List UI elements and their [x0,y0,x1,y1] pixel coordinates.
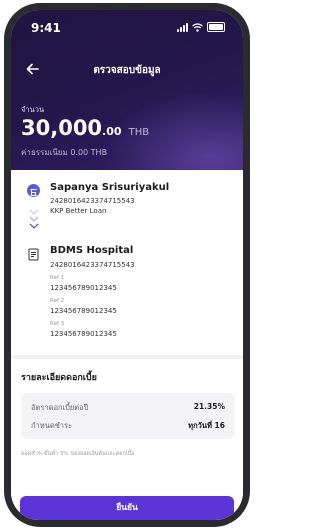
section-divider [11,355,243,359]
battery-icon [207,22,225,32]
interest-section-title: รายละเอียดดอกเบี้ย [21,373,97,383]
amount-label: จำนวน [21,105,45,114]
details-card [11,170,243,520]
wifi-icon [192,22,203,32]
sender-bank: KKP Better Loan [50,207,107,215]
ref1-value: 123456789012345 [50,284,117,292]
signal-icon [177,22,188,32]
recipient-name: BDMS Hospital [50,245,134,256]
amount-currency: THB [128,127,150,138]
bill-icon [28,248,39,261]
ref2-label: Ref 2 [50,298,65,304]
ref3-label: Ref 3 [50,321,65,327]
minimum-payment-note: ยอดชำระขั้นต่ำ 3% ของยอดเงินต้นและดอกเบี… [21,451,135,457]
page-title: ตรวจสอบข้อมูล [93,65,161,76]
amount-decimal: .00 [102,125,122,138]
sender-account: 2428016423374715543 [50,197,135,205]
nav-bar: ตรวจสอบข้อมูล [11,54,243,84]
fee-value: 0.00 THB [70,148,108,157]
fee-label: ค่าธรรมเนียม [21,148,68,157]
bank-icon [27,184,40,197]
ref3-value: 123456789012345 [50,330,117,338]
rate-label: อัตราดอกเบี้ยต่อปี [31,403,89,412]
confirm-button[interactable]: ยืนยัน [20,496,234,520]
fee-line: ค่าธรรมเนียม 0.00 THB [21,146,107,159]
status-icons [177,22,225,32]
rate-value: 21.35% [193,402,225,411]
screen: 9:41 ตรวจสอบข้อมูล จำนวน 30,000.00 THB ค… [11,10,243,520]
status-time: 9:41 [31,21,61,35]
sender-name: Sapanya Srisuriyakul [50,182,170,193]
amount-display: 30,000.00 THB [21,116,149,140]
ref1-label: Ref 1 [50,275,65,281]
due-value: ทุกวันที่ 16 [188,421,225,430]
chevron-down-icon [29,209,39,229]
status-bar: 9:41 [11,10,243,42]
interest-details-box: อัตราดอกเบี้ยต่อปี 21.35% กำหนดชำระ ทุกว… [21,393,235,439]
due-label: กำหนดชำระ [31,421,73,430]
amount-integer: 30,000 [21,116,103,140]
recipient-account: 2428016423374715543 [50,261,135,269]
ref2-value: 123456789012345 [50,307,117,315]
